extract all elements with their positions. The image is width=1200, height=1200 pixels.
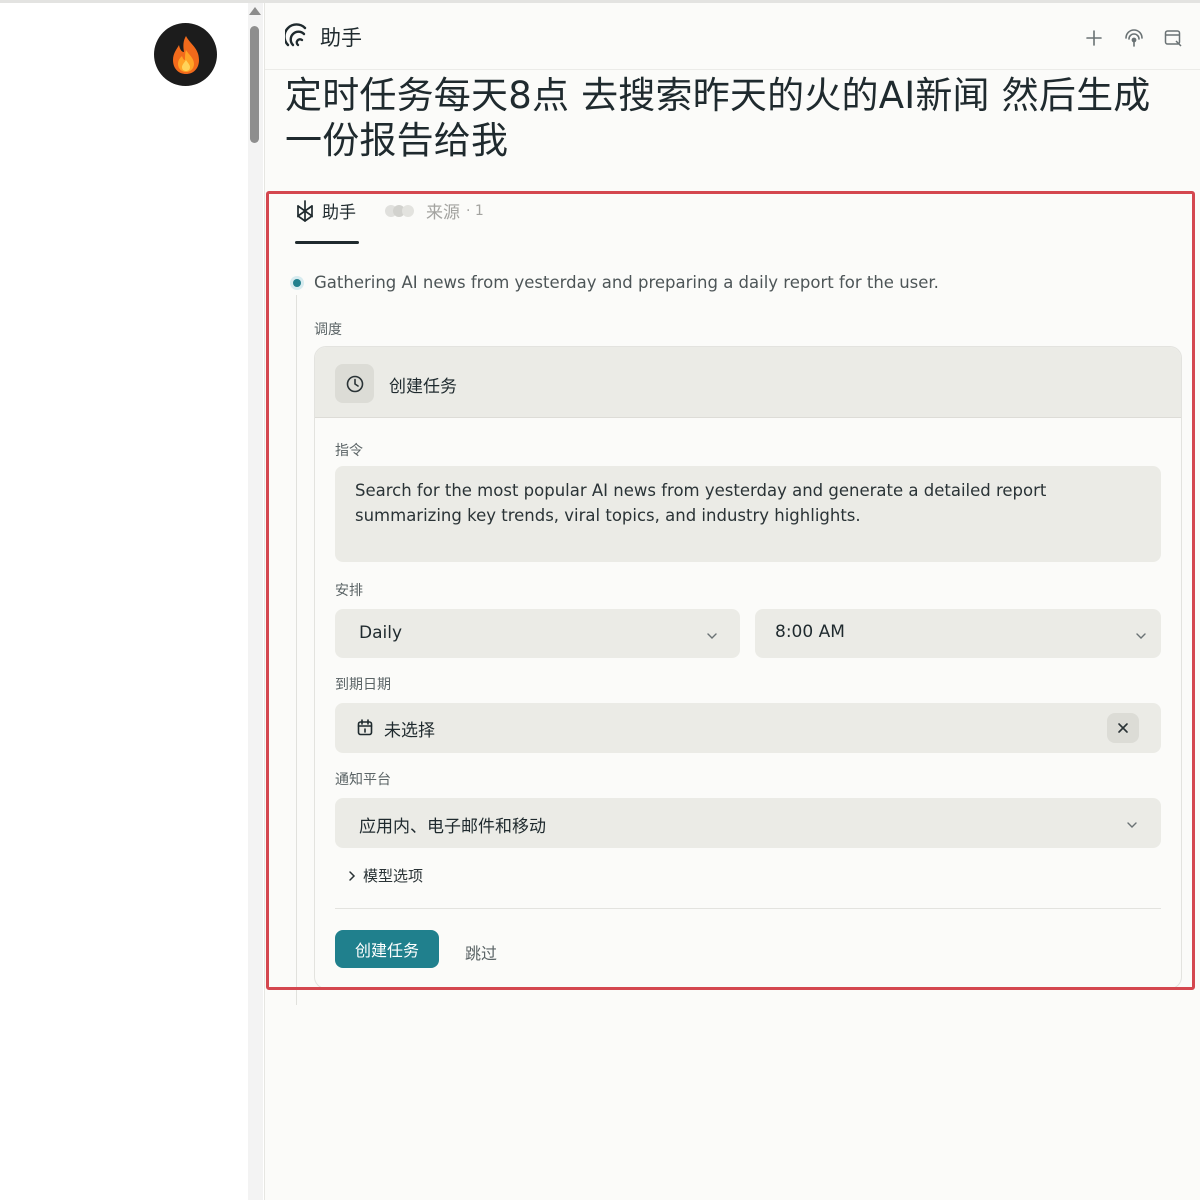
create-task-button[interactable]: 创建任务 — [335, 930, 439, 968]
step-description: Gathering AI news from yesterday and pre… — [314, 273, 939, 292]
plus-icon[interactable] — [1083, 27, 1105, 49]
notify-platform-select[interactable]: 应用内、电子邮件和移动 — [335, 798, 1161, 848]
notify-value: 应用内、电子邮件和移动 — [359, 817, 546, 837]
card-divider — [335, 908, 1161, 909]
due-date-value: 未选择 — [384, 721, 435, 741]
chevron-right-icon — [347, 870, 357, 882]
clock-icon — [335, 364, 374, 403]
assistant-icon — [295, 199, 315, 222]
scroll-up-arrow-icon[interactable] — [249, 7, 261, 15]
tab-assistant-label: 助手 — [322, 203, 356, 223]
model-options-label: 模型选项 — [363, 867, 424, 885]
chevron-down-icon — [706, 627, 718, 646]
chevron-down-icon — [1135, 627, 1147, 646]
header: 助手 — [265, 3, 1200, 70]
active-tab-indicator — [295, 241, 359, 244]
skip-button[interactable]: 跳过 — [465, 940, 497, 964]
time-value: 8:00 AM — [775, 622, 845, 642]
chevron-down-icon — [1126, 816, 1138, 835]
broadcast-icon[interactable] — [1123, 27, 1145, 49]
calendar-icon — [357, 719, 373, 740]
scrollbar[interactable] — [248, 3, 263, 1200]
window-icon[interactable] — [1162, 27, 1184, 49]
card-title: 创建任务 — [389, 377, 457, 397]
tab-sources-count: · 1 — [466, 202, 484, 219]
due-date-label: 到期日期 — [335, 677, 391, 693]
main-panel: 助手 定时任务每天8点 去搜索昨天的火的AI新闻 然后生成一份报告给我 助手 来… — [264, 3, 1200, 1200]
step-status-dot — [290, 276, 304, 290]
close-icon — [1117, 722, 1129, 734]
instruction-label: 指令 — [335, 443, 363, 459]
instruction-textarea[interactable]: Search for the most popular AI news from… — [335, 466, 1161, 562]
source-dots-icon — [384, 204, 418, 218]
schedule-label: 安排 — [335, 583, 363, 599]
instruction-text: Search for the most popular AI news from… — [355, 481, 1047, 525]
fire-avatar-icon[interactable] — [154, 23, 217, 86]
frequency-value: Daily — [359, 623, 403, 643]
tab-assistant[interactable]: 助手 — [295, 198, 356, 223]
notify-label: 通知平台 — [335, 772, 391, 788]
clear-due-date-button[interactable] — [1107, 713, 1139, 743]
card-header: 创建任务 — [315, 347, 1181, 418]
tab-sources[interactable]: 来源 · 1 — [384, 198, 484, 223]
time-select[interactable]: 8:00 AM — [755, 609, 1161, 658]
perplexity-logo-icon — [283, 23, 311, 53]
frequency-select[interactable]: Daily — [335, 609, 740, 658]
left-pane — [0, 3, 248, 1200]
header-title: 助手 — [320, 26, 362, 50]
create-task-card: 创建任务 指令 Search for the most popular AI n… — [314, 346, 1182, 989]
page-title: 定时任务每天8点 去搜索昨天的火的AI新闻 然后生成一份报告给我 — [285, 74, 1151, 162]
timeline-line — [296, 295, 297, 1005]
model-options-toggle[interactable]: 模型选项 — [347, 865, 423, 886]
due-date-picker[interactable]: 未选择 — [335, 703, 1161, 753]
schedule-section-label: 调度 — [314, 322, 342, 338]
scrollbar-thumb[interactable] — [250, 26, 259, 143]
tab-sources-label: 来源 — [426, 203, 460, 223]
